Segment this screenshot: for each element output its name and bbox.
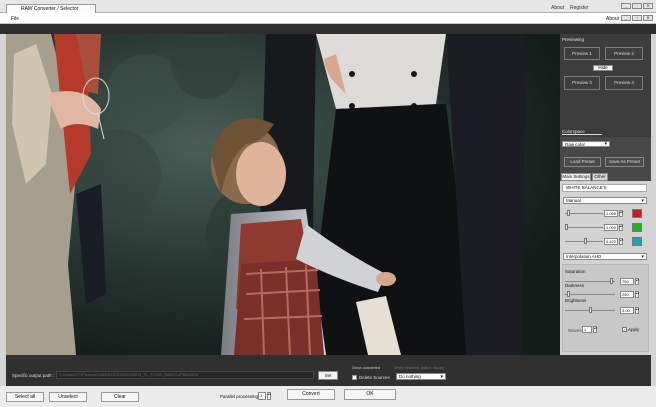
minimize-button[interactable]: _ (621, 3, 631, 9)
brightness-slider[interactable] (565, 307, 615, 313)
saturation-thumb[interactable] (609, 278, 613, 284)
toolbar-strip (0, 24, 656, 34)
darkness-label: Darkness (565, 283, 585, 288)
apply-label: Apply (628, 327, 640, 332)
photo-preview-image (6, 34, 560, 355)
set-output-button[interactable]: Set (318, 371, 338, 380)
wb-green-spinner[interactable]: ▴▾ (619, 224, 623, 231)
output-path-input[interactable]: C:\Users\TC\Pictures\CANON\2019\5DIII\00… (56, 371, 314, 379)
saturation-label: Saturation (565, 269, 586, 274)
apply-checkbox[interactable]: ✓ (622, 327, 627, 332)
convert-button[interactable]: Convert (287, 389, 335, 400)
preview-3-button[interactable]: Preview 3 (564, 76, 600, 90)
tab-main-settings[interactable]: Main Settings (561, 173, 591, 181)
wb-green-value[interactable]: 1.000 (604, 224, 618, 231)
waves-spinner[interactable]: ▴▾ (593, 326, 597, 333)
output-bar: Specific output path : C:\Users\TC\Pictu… (6, 355, 651, 386)
parallel-processing-spinner[interactable]: ▴▾ (267, 392, 271, 400)
when-finished-select[interactable]: Do nothing (396, 373, 446, 380)
previewing-title: Previewing (562, 37, 585, 42)
brightness-label: Brightness (565, 298, 587, 303)
interpolation-select[interactable]: Interpolation AHD (563, 253, 647, 260)
darkness-spinner[interactable]: ▴▾ (635, 291, 639, 298)
wb-red-value[interactable]: 1.055 (604, 210, 618, 217)
wb-red-slider[interactable] (565, 210, 603, 216)
saturation-spinner[interactable]: ▴▾ (635, 278, 639, 285)
wb-green-thumb[interactable] (565, 224, 568, 230)
title-tab-bar: RAW Converter / Selector About Register … (0, 0, 656, 14)
inner-close-button[interactable]: ✕ (643, 15, 653, 21)
menu-file[interactable]: File (11, 16, 19, 22)
wb-green-color-button[interactable] (632, 223, 642, 232)
ok-button[interactable]: OK (344, 389, 396, 400)
settings-panel: Previewing Preview 1 Preview 2 Hide Prev… (560, 34, 651, 355)
about-link-top[interactable]: About (551, 5, 564, 11)
waves-value[interactable]: 1 (582, 326, 592, 333)
output-path-label: Specific output path : (12, 373, 55, 378)
wb-blue-color-button[interactable] (632, 237, 642, 246)
inner-minimize-button[interactable]: _ (621, 15, 631, 21)
preview-1-button[interactable]: Preview 1 (564, 47, 600, 60)
saturation-slider[interactable] (565, 278, 615, 284)
waves-label: Waves (568, 328, 582, 333)
darkness-value[interactable]: 250 (620, 291, 634, 298)
maximize-button[interactable]: ▫ (632, 3, 642, 9)
once-converted-label: Once converted (352, 365, 381, 370)
wb-red-spinner[interactable]: ▴▾ (619, 210, 623, 217)
colorspace-title: Colorspace (562, 129, 602, 135)
darkness-thumb[interactable] (567, 291, 571, 297)
saturation-value[interactable]: 750 (620, 278, 634, 285)
brightness-spinner[interactable]: ▴▾ (635, 307, 639, 314)
image-preview[interactable] (6, 34, 560, 355)
load-preset-button[interactable]: Load Preset (564, 157, 601, 167)
brightness-value[interactable]: 3.00 (620, 307, 634, 314)
delete-sources-checkbox[interactable] (352, 375, 357, 380)
preview-4-button[interactable]: Preview 4 (605, 76, 643, 90)
bottom-toolbar: Select all Unselect Clear Parallel proce… (0, 386, 656, 407)
hide-button[interactable]: Hide (593, 65, 613, 71)
wb-blue-slider[interactable] (565, 238, 603, 244)
tab-other[interactable]: Other (592, 173, 608, 181)
darkness-slider[interactable] (565, 291, 615, 297)
parallel-processing-value[interactable]: 1 (258, 392, 266, 400)
brightness-thumb[interactable] (588, 307, 592, 313)
menu-bar: File About _ ▫ ✕ (0, 13, 656, 24)
wb-blue-value[interactable]: 0.422 (604, 238, 618, 245)
when-finished-label: When finished (batch mode) (394, 365, 445, 370)
wb-green-slider[interactable] (565, 224, 603, 230)
preview-2-button[interactable]: Preview 2 (605, 47, 643, 60)
delete-sources-label: Delete Sources (359, 375, 390, 380)
clear-button[interactable]: Clear (101, 392, 139, 402)
close-button[interactable]: ✕ (643, 3, 653, 9)
parallel-processing-label: Parallel processing : (220, 394, 261, 399)
inner-maximize-button[interactable]: ▫ (632, 15, 642, 21)
white-balance-title: WHITE BALANCE'S (562, 184, 647, 192)
wb-red-color-button[interactable] (632, 209, 642, 218)
unselect-button[interactable]: Unselect (49, 392, 87, 402)
wb-blue-thumb[interactable] (584, 238, 588, 244)
save-preset-button[interactable]: Save As Preset (605, 157, 644, 167)
register-link[interactable]: Register (570, 5, 589, 11)
white-balance-mode-select[interactable]: Manual (563, 197, 647, 204)
select-all-button[interactable]: Select all (6, 392, 44, 402)
wb-blue-spinner[interactable]: ▴▾ (619, 238, 623, 245)
wb-red-thumb[interactable] (566, 210, 570, 216)
menu-about[interactable]: About (606, 16, 619, 22)
colorspace-select[interactable]: Raw color (562, 141, 610, 147)
